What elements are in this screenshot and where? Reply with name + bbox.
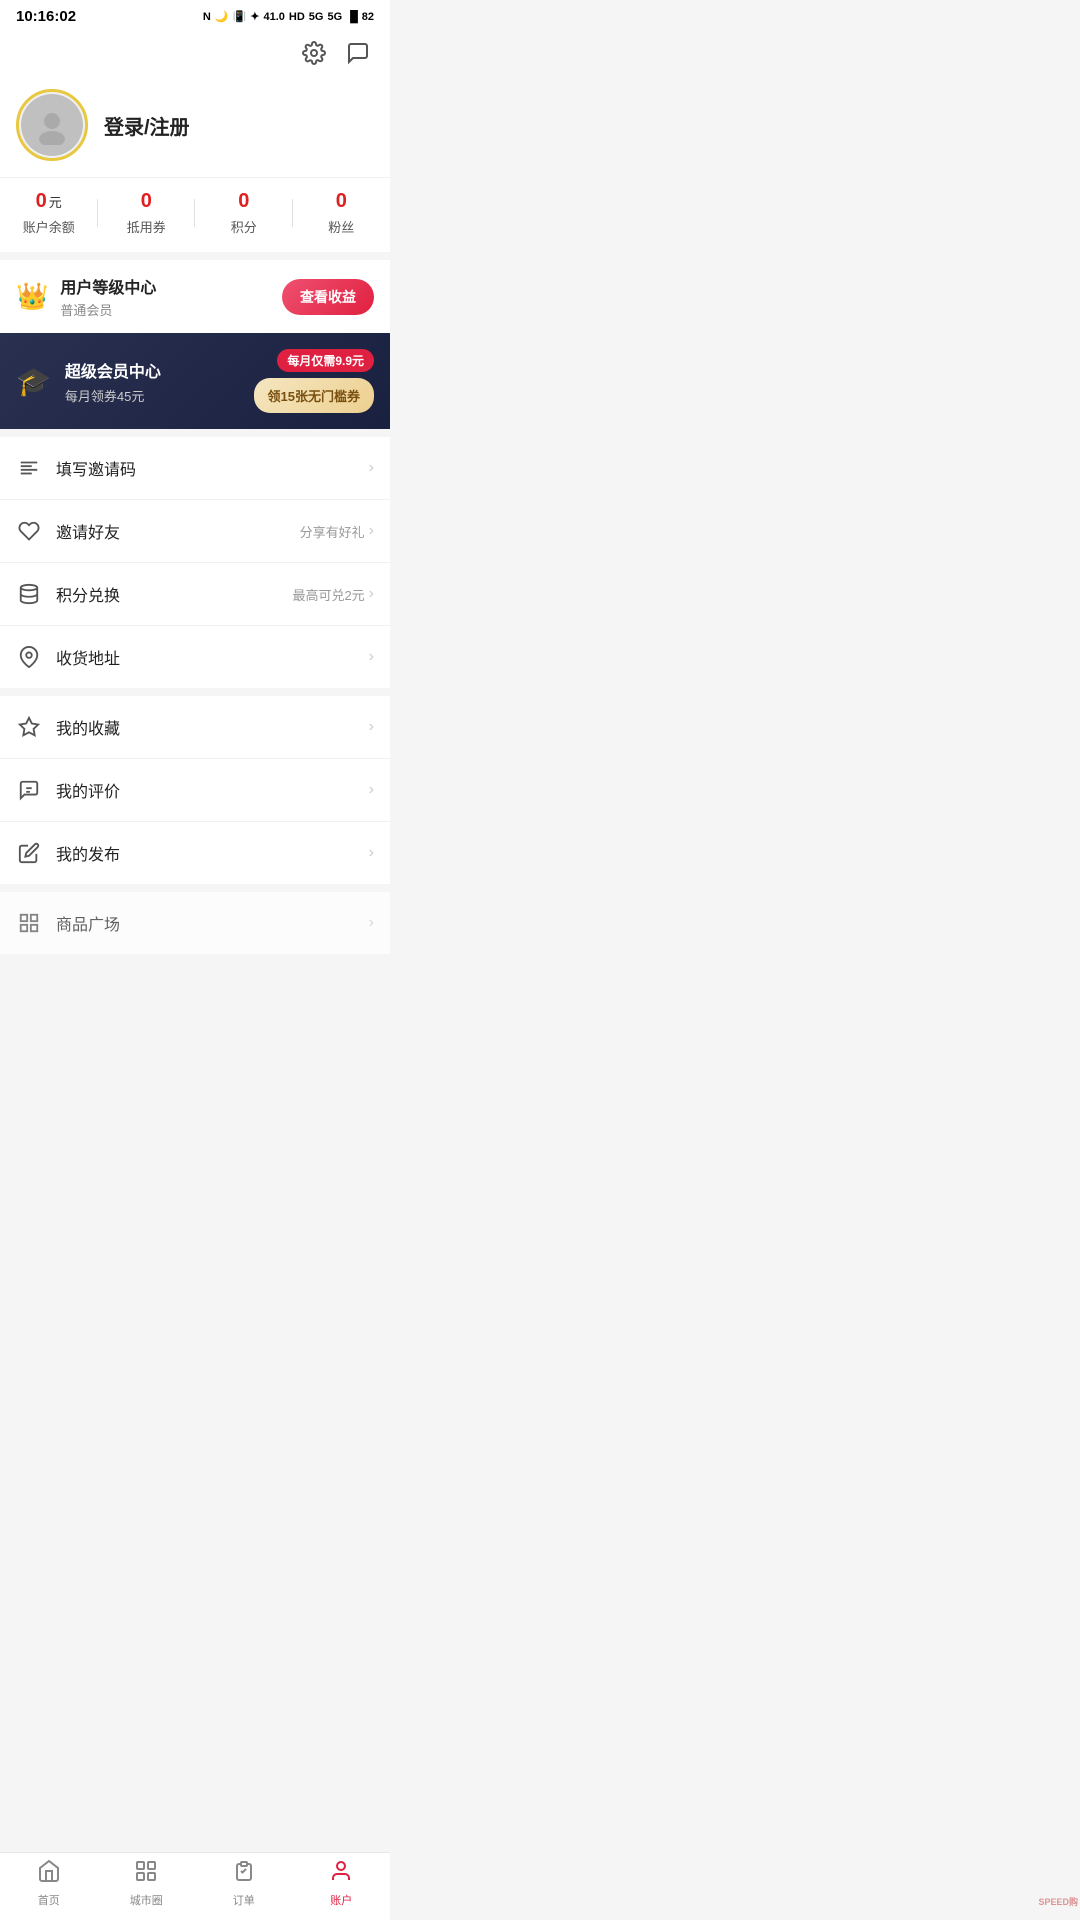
more-right: › xyxy=(369,914,374,932)
invite-code-icon xyxy=(16,455,42,481)
points-right: 最高可兑2元 › xyxy=(292,585,374,604)
tab-account[interactable]: 账户 xyxy=(293,1859,391,1908)
menu-item-favorites[interactable]: 我的收藏 › xyxy=(0,696,390,759)
address-right: › xyxy=(369,648,374,666)
status-icons: N 🌙 📳 ✦ 41.0 HD 5G 5G ▐▌82 xyxy=(203,10,374,23)
reviews-label: 我的评价 xyxy=(56,778,355,802)
super-title: 超级会员中心 xyxy=(65,358,240,382)
invite-code-label: 填写邀请码 xyxy=(56,456,355,480)
stat-points[interactable]: 0 积分 xyxy=(195,190,293,236)
status-bar: 10:16:02 N 🌙 📳 ✦ 41.0 HD 5G 5G ▐▌82 xyxy=(0,0,390,29)
invite-code-right: › xyxy=(369,459,374,477)
avatar[interactable] xyxy=(16,89,88,161)
reviews-right: › xyxy=(369,781,374,799)
address-label: 收货地址 xyxy=(56,645,355,669)
menu-list-2: 我的收藏 › 我的评价 › xyxy=(0,696,390,884)
divider-3 xyxy=(0,688,390,696)
tab-account-label: 账户 xyxy=(330,1892,352,1908)
invite-friend-arrow: › xyxy=(369,522,374,540)
header xyxy=(0,29,390,77)
super-action-area: 每月仅需9.9元 领15张无门槛券 xyxy=(254,349,374,413)
points-label: 积分 xyxy=(231,217,257,236)
crown-icon: 👑 xyxy=(16,281,48,312)
level-card: 👑 用户等级中心 普通会员 查看收益 xyxy=(0,260,390,333)
address-icon xyxy=(16,644,42,670)
stats-row: 0 元 账户余额 0 抵用券 0 积分 0 粉丝 xyxy=(0,177,390,252)
menu-item-invite-friend[interactable]: 邀请好友 分享有好礼 › xyxy=(0,500,390,563)
level-subtitle: 普通会员 xyxy=(60,300,270,319)
invite-friend-hint: 分享有好礼 xyxy=(300,522,365,541)
favorites-right: › xyxy=(369,718,374,736)
more-arrow: › xyxy=(369,914,374,932)
invite-friend-right: 分享有好礼 › xyxy=(300,522,374,541)
stat-coupon[interactable]: 0 抵用券 xyxy=(98,190,196,236)
price-badge: 每月仅需9.9元 xyxy=(277,349,374,372)
tab-bar: 首页 城市圈 订单 账户 xyxy=(0,1852,390,1920)
posts-arrow: › xyxy=(369,844,374,862)
level-info: 用户等级中心 普通会员 xyxy=(60,274,270,319)
menu-list: 填写邀请码 › 邀请好友 分享有好礼 › xyxy=(0,437,390,688)
get-coupon-button[interactable]: 领15张无门槛券 xyxy=(254,378,374,413)
home-icon xyxy=(37,1859,61,1889)
divider-4 xyxy=(0,884,390,892)
settings-icon[interactable] xyxy=(298,37,330,69)
menu-item-posts[interactable]: 我的发布 › xyxy=(0,822,390,884)
status-time: 10:16:02 xyxy=(16,8,76,25)
points-value: 0 xyxy=(238,190,249,213)
coupon-value: 0 xyxy=(141,190,152,213)
menu-item-more[interactable]: 商品广场 › xyxy=(0,892,390,954)
more-icon xyxy=(16,910,42,936)
posts-right: › xyxy=(369,844,374,862)
menu-item-points[interactable]: 积分兑换 最高可兑2元 › xyxy=(0,563,390,626)
favorites-arrow: › xyxy=(369,718,374,736)
tab-city[interactable]: 城市圈 xyxy=(98,1859,196,1908)
login-text[interactable]: 登录/注册 xyxy=(104,111,190,140)
coupon-label: 抵用券 xyxy=(127,217,166,236)
invite-friend-icon xyxy=(16,518,42,544)
points-hint: 最高可兑2元 xyxy=(292,585,364,604)
tab-orders-label: 订单 xyxy=(233,1892,255,1908)
posts-icon xyxy=(16,840,42,866)
tab-home-label: 首页 xyxy=(38,1892,60,1908)
watermark: SPEED购 xyxy=(1038,1895,1078,1908)
points-arrow: › xyxy=(369,585,374,603)
favorites-icon xyxy=(16,714,42,740)
stat-fans[interactable]: 0 粉丝 xyxy=(293,190,391,236)
graduation-icon: 🎓 xyxy=(16,365,51,398)
invite-friend-label: 邀请好友 xyxy=(56,519,286,543)
city-icon xyxy=(134,1859,158,1889)
super-member-card[interactable]: 🎓 超级会员中心 每月领券45元 每月仅需9.9元 领15张无门槛券 xyxy=(0,333,390,429)
super-subtitle: 每月领券45元 xyxy=(65,386,240,405)
address-arrow: › xyxy=(369,648,374,666)
divider-1 xyxy=(0,252,390,260)
balance-label: 账户余额 xyxy=(23,217,75,236)
super-info: 超级会员中心 每月领券45元 xyxy=(65,358,240,405)
posts-label: 我的发布 xyxy=(56,841,355,865)
menu-item-reviews[interactable]: 我的评价 › xyxy=(0,759,390,822)
profile-section: 登录/注册 xyxy=(0,77,390,177)
points-icon xyxy=(16,581,42,607)
tab-city-label: 城市圈 xyxy=(130,1892,163,1908)
divider-2 xyxy=(0,429,390,437)
view-earnings-button[interactable]: 查看收益 xyxy=(282,279,374,315)
tab-home[interactable]: 首页 xyxy=(0,1859,98,1908)
favorites-label: 我的收藏 xyxy=(56,715,355,739)
message-icon[interactable] xyxy=(342,37,374,69)
fans-value: 0 xyxy=(336,190,347,213)
balance-value: 0 xyxy=(36,190,47,213)
tab-orders[interactable]: 订单 xyxy=(195,1859,293,1908)
balance-unit: 元 xyxy=(49,192,62,211)
invite-code-arrow: › xyxy=(369,459,374,477)
fans-label: 粉丝 xyxy=(328,217,354,236)
menu-item-invite-code[interactable]: 填写邀请码 › xyxy=(0,437,390,500)
menu-item-address[interactable]: 收货地址 › xyxy=(0,626,390,688)
account-icon xyxy=(329,1859,353,1889)
level-title: 用户等级中心 xyxy=(60,274,270,298)
reviews-arrow: › xyxy=(369,781,374,799)
points-label: 积分兑换 xyxy=(56,582,278,606)
more-label: 商品广场 xyxy=(56,911,355,935)
reviews-icon xyxy=(16,777,42,803)
stat-balance[interactable]: 0 元 账户余额 xyxy=(0,190,98,236)
orders-icon xyxy=(232,1859,256,1889)
